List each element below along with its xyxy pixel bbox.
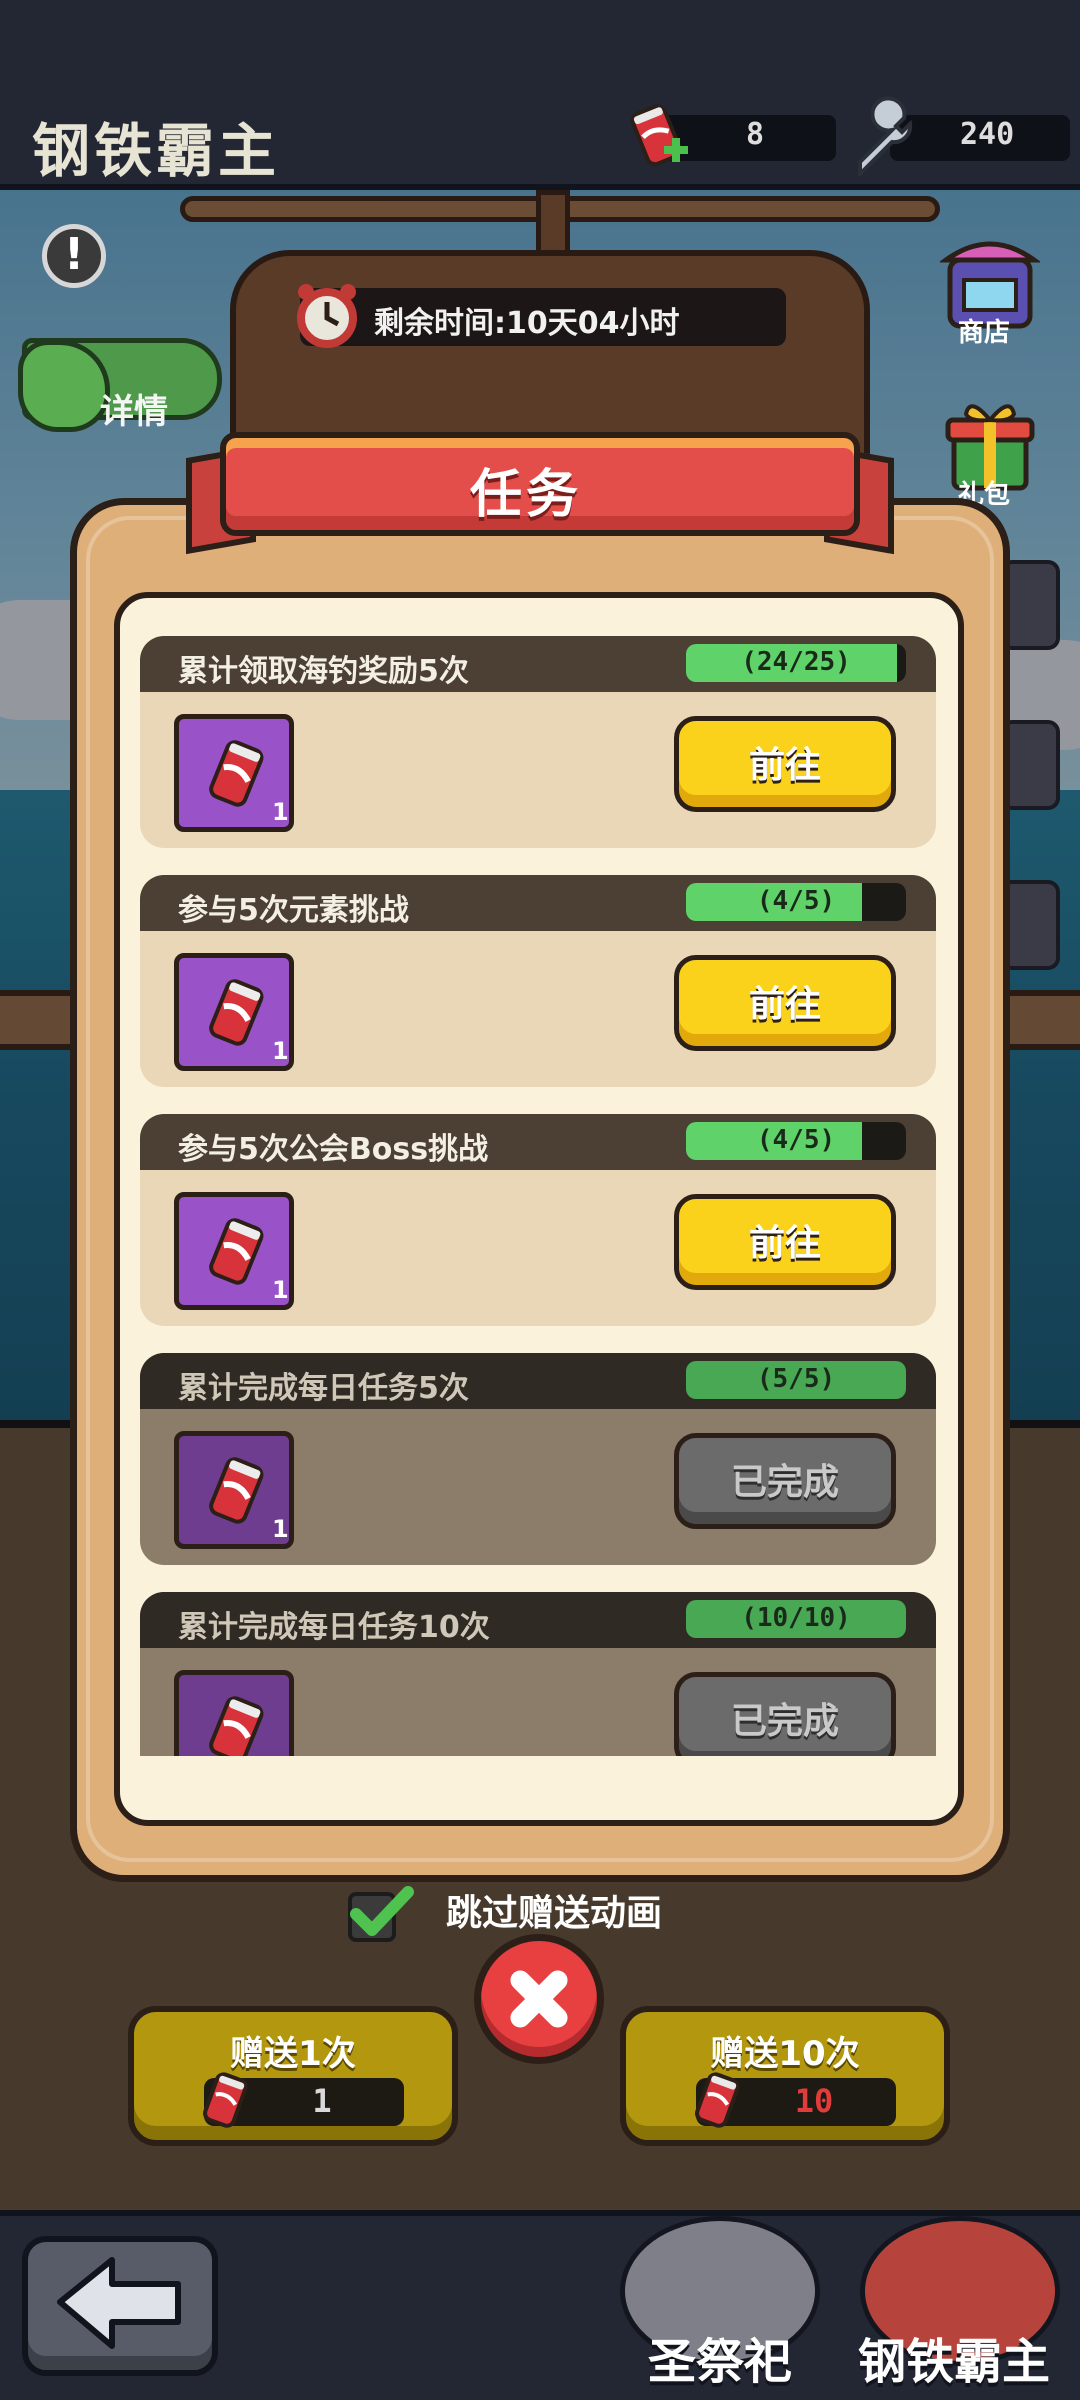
shop-label: 商店: [958, 318, 1011, 348]
task-title: 累计领取海钓奖励5次: [178, 654, 469, 689]
task-button-label: 前往: [748, 984, 821, 1025]
task-progress-bar: (24/25): [686, 644, 906, 682]
reward-count: 1: [272, 1754, 289, 1756]
wrench-count: 240: [960, 117, 1015, 152]
close-icon[interactable]: [474, 1934, 604, 2064]
task-row: 参与5次公会Boss挑战 (4/5) 1 前往: [140, 1114, 936, 1326]
task-title: 参与5次公会Boss挑战: [178, 1132, 489, 1167]
skip-animation-checkbox[interactable]: [346, 1880, 416, 1944]
task-row: 累计完成每日任务10次 (10/10) 1 已完成: [140, 1592, 936, 1756]
soda-can-icon: [209, 1218, 264, 1285]
task-progress-text: (5/5): [756, 1364, 836, 1394]
modal-title: 任务: [470, 465, 583, 525]
top-bar: 钢铁霸主 8 240: [0, 0, 1080, 190]
gift-once-label: 赠送1次: [230, 2034, 356, 2074]
alarm-clock-icon: [297, 284, 357, 348]
soda-can-icon: [209, 979, 264, 1046]
task-button-label: 前往: [748, 1223, 821, 1264]
task-progress-bar: (10/10): [686, 1600, 906, 1638]
task-progress-text: (4/5): [756, 1125, 836, 1155]
task-progress-bar: (4/5): [686, 883, 906, 921]
task-progress-text: (4/5): [756, 886, 836, 916]
skip-animation-label: 跳过赠送动画: [446, 1893, 663, 1934]
reward-count: 1: [272, 1515, 289, 1543]
warning-icon[interactable]: !: [42, 224, 106, 288]
task-title: 累计完成每日任务5次: [178, 1371, 469, 1406]
task-button-label: 已完成: [730, 1701, 839, 1742]
soda-can-count: 8: [746, 117, 765, 152]
gift-ten-cost: 10: [794, 2082, 834, 2120]
task-title: 累计完成每日任务10次: [178, 1610, 490, 1645]
arrow-left-icon: [57, 2257, 181, 2349]
details-label: 详情: [100, 392, 168, 432]
gift-ten-label: 赠送10次: [710, 2034, 860, 2074]
task-progress-text: (24/25): [741, 647, 851, 677]
page-title: 钢铁霸主: [32, 117, 281, 185]
task-button-label: 前往: [748, 745, 821, 786]
soda-can-icon: [209, 1696, 264, 1756]
task-progress-bar: (5/5): [686, 1361, 906, 1399]
nav-sacrifice-label[interactable]: 圣祭祀: [648, 2322, 792, 2392]
task-row: 累计完成每日任务5次 (5/5) 1 已完成: [140, 1353, 936, 1565]
task-button-label: 已完成: [730, 1462, 839, 1503]
gift-once-cost: 1: [312, 2082, 332, 2120]
nav-iron-overlord-label[interactable]: 钢铁霸主: [858, 2322, 1050, 2392]
task-list[interactable]: 累计领取海钓奖励5次 (24/25) 1 前往 参与5次元素挑战 (4/5) 1 前往 参与5次…: [140, 620, 940, 1756]
event-timer-text: 剩余时间:10天04小时: [374, 306, 680, 341]
task-row: 参与5次元素挑战 (4/5) 1 前往: [140, 875, 936, 1087]
reward-count: 1: [272, 1037, 289, 1065]
task-progress-bar: (4/5): [686, 1122, 906, 1160]
soda-can-icon: [209, 1457, 264, 1524]
soda-can-icon: [209, 740, 264, 807]
task-progress-text: (10/10): [741, 1603, 851, 1633]
reward-count: 1: [272, 798, 289, 826]
wrench-icon: [858, 96, 913, 176]
task-title: 参与5次元素挑战: [178, 893, 409, 928]
reward-count: 1: [272, 1276, 289, 1304]
task-row: 累计领取海钓奖励5次 (24/25) 1 前往: [140, 636, 936, 848]
soda-can-plus-icon[interactable]: [620, 98, 694, 176]
back-button[interactable]: [22, 2236, 218, 2376]
